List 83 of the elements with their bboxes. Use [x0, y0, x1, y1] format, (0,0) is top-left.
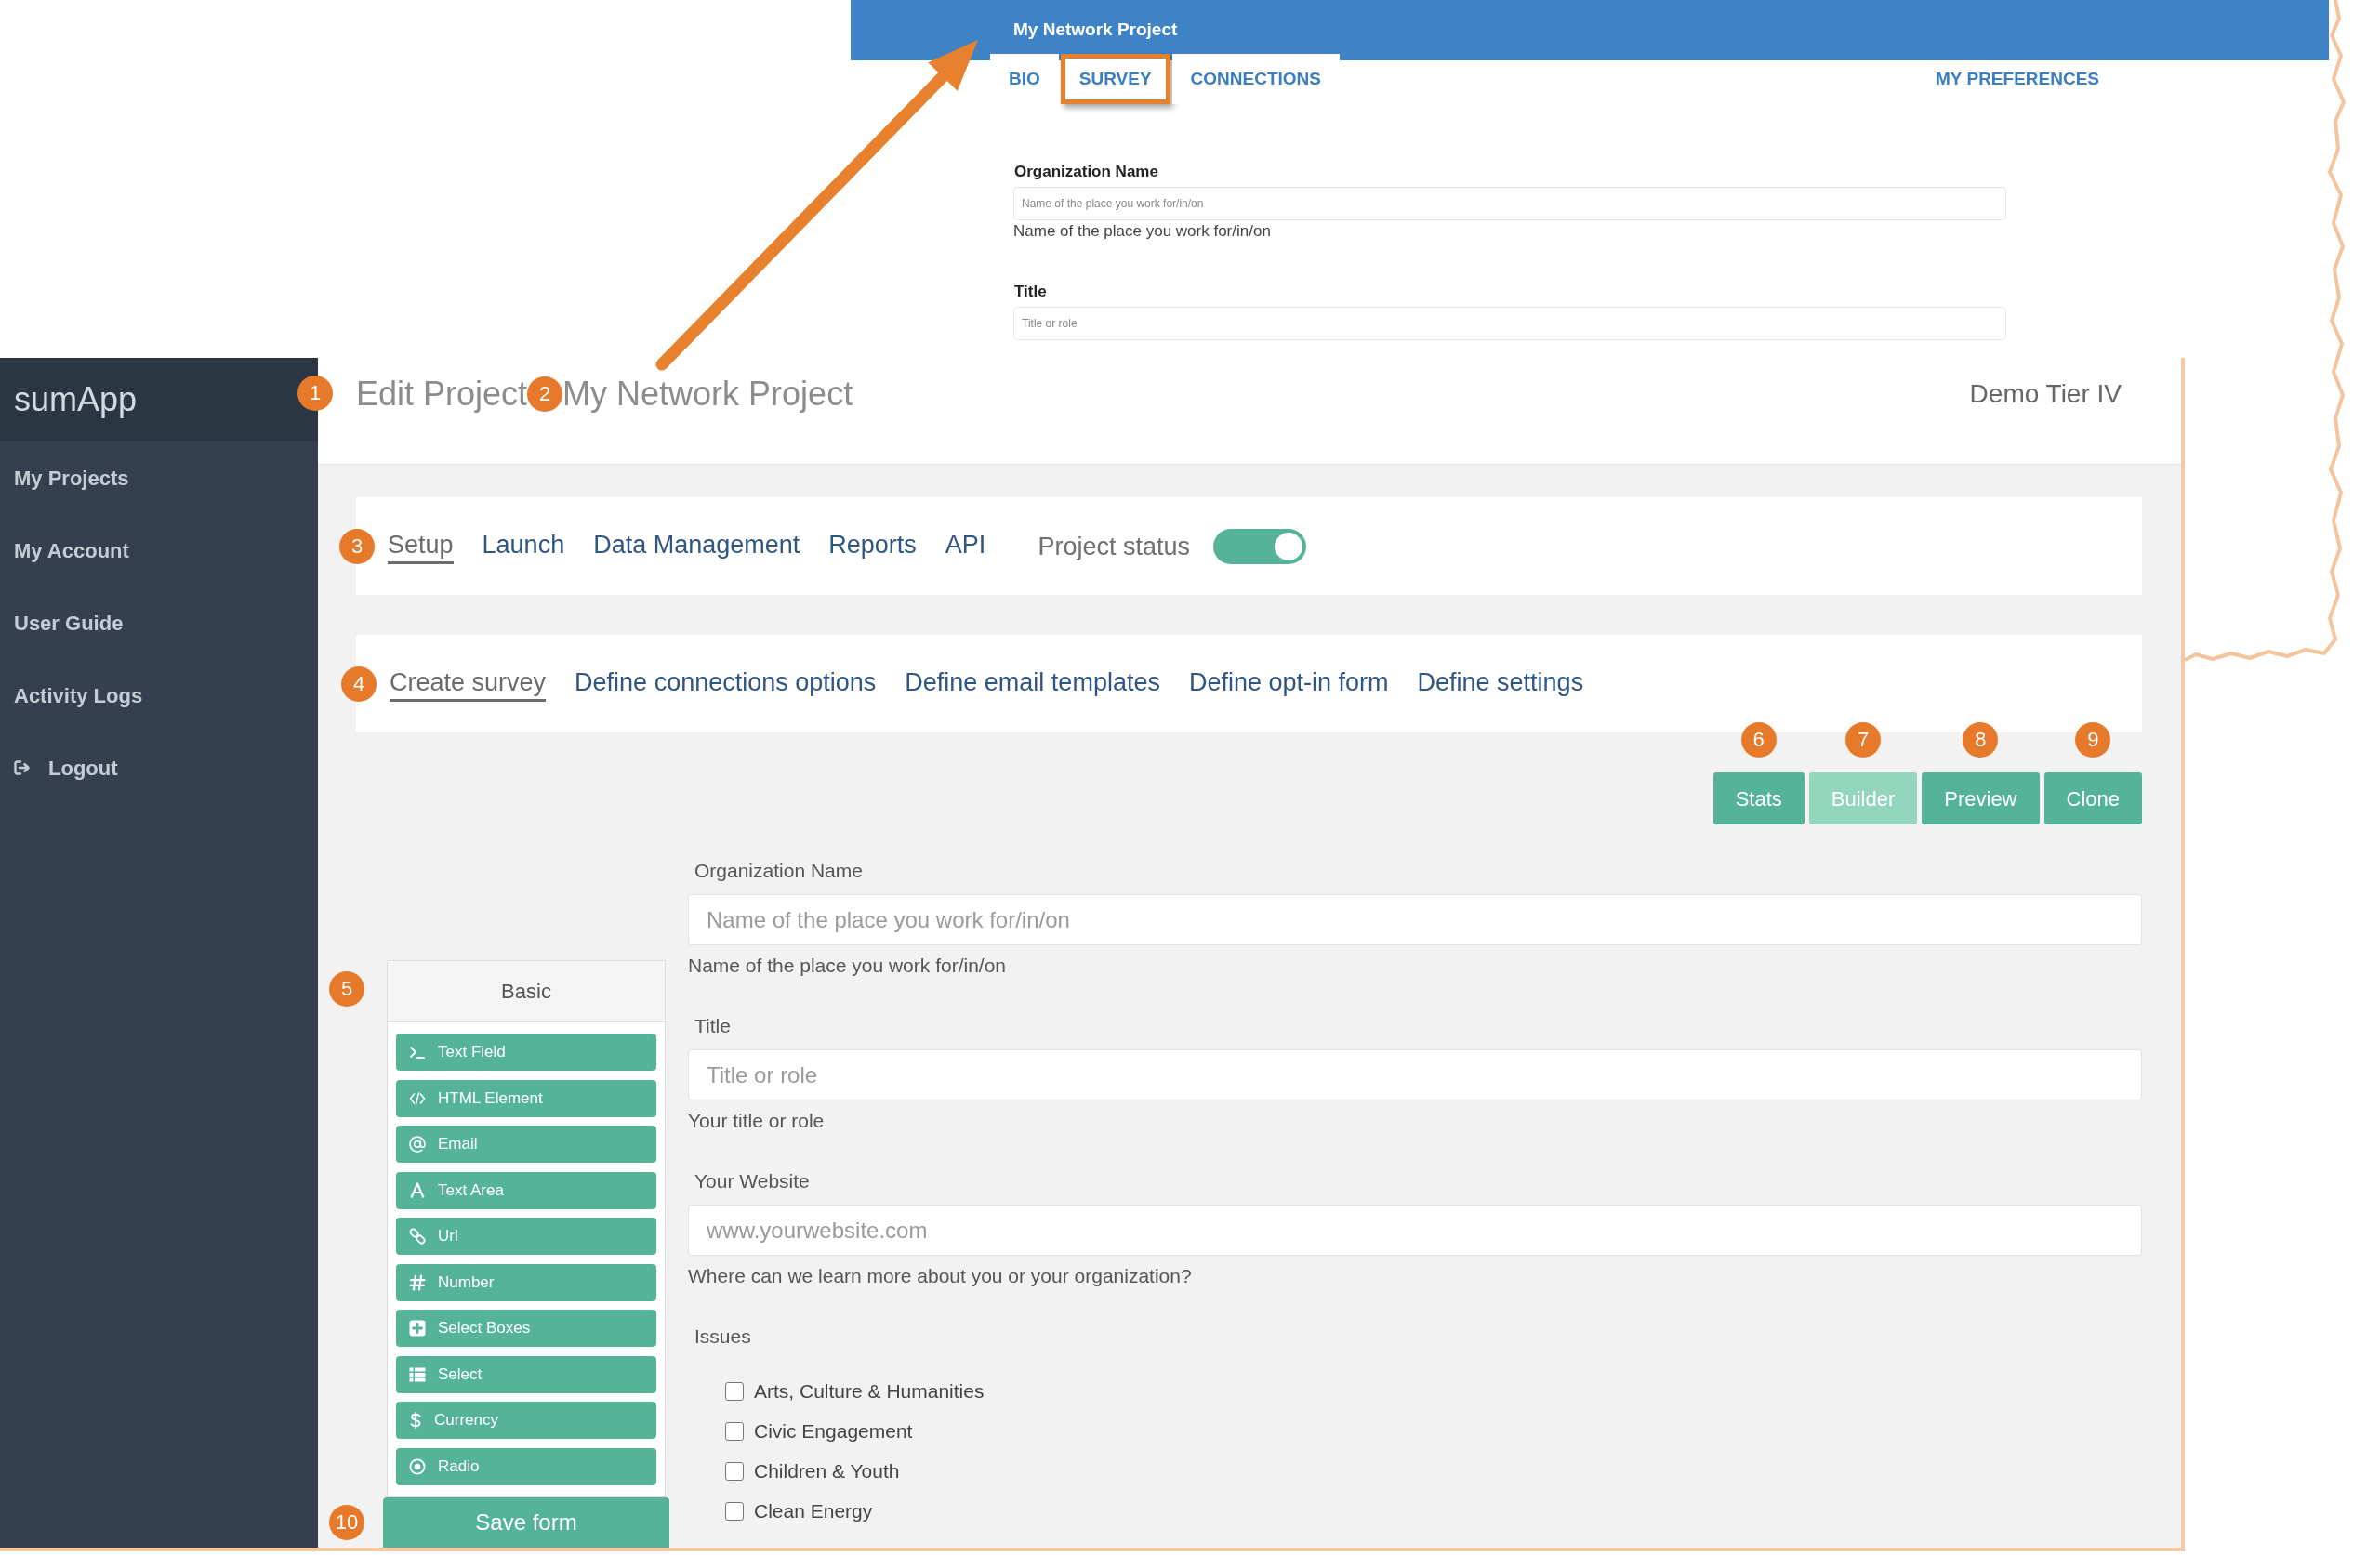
palette-item[interactable]: Url	[396, 1218, 656, 1255]
hash-icon	[409, 1273, 426, 1291]
sidebar-item[interactable]: My Account	[14, 534, 129, 566]
checkbox[interactable]	[725, 1461, 744, 1481]
window-title: My Network Project	[1013, 19, 1178, 42]
help-text: Name of the place you work for/in/on	[1013, 221, 1271, 242]
tab[interactable]: Launch	[482, 528, 565, 564]
save-button[interactable]: Save form	[383, 1496, 669, 1548]
checkbox[interactable]	[725, 1381, 744, 1401]
action-button[interactable]: Stats	[1712, 772, 1805, 824]
palette-item[interactable]: Email	[396, 1126, 656, 1163]
palette-item[interactable]: Text Field	[396, 1034, 656, 1071]
help-text: Name of the place you work for/in/on	[688, 955, 1006, 977]
field-label: Issues	[694, 1325, 751, 1348]
checkbox-label: Civic Engagement	[754, 1419, 913, 1443]
link-icon	[409, 1228, 426, 1245]
dollar-icon	[409, 1412, 422, 1429]
panel-title: Basic	[388, 961, 665, 1022]
palette-item[interactable]: Currency	[396, 1402, 656, 1439]
callout-number: 7	[1845, 722, 1881, 758]
at-sign-icon	[409, 1136, 426, 1153]
palette-item[interactable]: HTML Element	[396, 1079, 656, 1117]
checkbox[interactable]	[725, 1421, 744, 1441]
callout-number: 8	[1963, 722, 1999, 758]
terminal-icon	[409, 1044, 426, 1061]
field-label: Title	[1013, 283, 1047, 301]
tab[interactable]: Reports	[828, 528, 917, 564]
list-icon	[409, 1365, 426, 1383]
palette-item[interactable]: Number	[396, 1263, 656, 1301]
plus-square-icon	[409, 1320, 426, 1337]
callout-number: 9	[2075, 722, 2111, 758]
sidebar-item[interactable]: My Projects	[14, 462, 129, 494]
text-input[interactable]: Title or role	[688, 1049, 2142, 1100]
page-title: Edit Project	[356, 376, 528, 413]
tab[interactable]: Define connections options	[575, 665, 877, 702]
callout-number: 3	[339, 528, 375, 564]
field-label: Your Website	[694, 1170, 810, 1193]
callout-number: 6	[1740, 722, 1777, 758]
action-button[interactable]: Clone	[2043, 772, 2142, 824]
callout-number: 10	[329, 1504, 364, 1540]
sidebar-item[interactable]: User Guide	[14, 607, 124, 639]
palette-item[interactable]: Select Boxes	[396, 1310, 656, 1347]
action-button[interactable]: Preview	[1922, 772, 2040, 824]
callout-number: 1	[298, 376, 333, 411]
tab[interactable]: Define settings	[1417, 665, 1584, 702]
project-name: My Network Project	[562, 376, 853, 413]
callout-number: 4	[341, 665, 377, 702]
callout-number: 5	[329, 971, 364, 1007]
sidebar-item[interactable]: Logout	[14, 752, 118, 784]
toggle-switch[interactable]	[1212, 528, 1306, 564]
text-input[interactable]: Name of the place you work for/in/on	[688, 894, 2142, 945]
checkbox-label: Clean Energy	[754, 1499, 873, 1522]
checkbox-label: Children & Youth	[754, 1459, 900, 1483]
field-label: Title	[694, 1015, 731, 1037]
tab[interactable]: SURVEY	[1060, 54, 1170, 104]
tab[interactable]: Define opt-in form	[1188, 665, 1389, 702]
font-icon	[409, 1181, 426, 1199]
help-text: Your title or role	[688, 1110, 825, 1132]
preferences-link[interactable]: MY PREFERENCES	[1936, 65, 2099, 93]
sidebar-item[interactable]: Activity Logs	[14, 679, 143, 711]
tab[interactable]: Data Management	[593, 528, 800, 564]
palette-item[interactable]: Text Area	[396, 1171, 656, 1209]
tab[interactable]: Setup	[388, 528, 454, 564]
code-icon	[409, 1089, 426, 1107]
field-label: Organization Name	[1013, 163, 1158, 181]
status-label: Project status	[1038, 531, 1190, 562]
palette-item[interactable]: Radio	[396, 1447, 656, 1485]
help-text: Where can we learn more about you or your organization?	[688, 1265, 1192, 1287]
palette-item[interactable]: Select	[396, 1355, 656, 1393]
field-label: Organization Name	[694, 860, 863, 882]
text-input[interactable]: Title or role	[1013, 307, 2006, 340]
callout-number: 2	[527, 376, 563, 412]
plan-name: Demo Tier IV	[1969, 378, 2122, 410]
text-input[interactable]: Name of the place you work for/in/on	[1013, 187, 2006, 220]
checkbox-label: Arts, Culture & Humanities	[754, 1379, 985, 1403]
logout-icon	[14, 760, 31, 775]
text-input[interactable]: www.yourwebsite.com	[688, 1205, 2142, 1256]
tab[interactable]: API	[945, 528, 986, 564]
tab[interactable]: Create survey	[390, 665, 547, 702]
tab[interactable]: Define email templates	[905, 665, 1160, 702]
app-logo: sumApp	[14, 379, 138, 420]
dot-circle-icon	[409, 1457, 426, 1475]
checkbox[interactable]	[725, 1501, 744, 1521]
